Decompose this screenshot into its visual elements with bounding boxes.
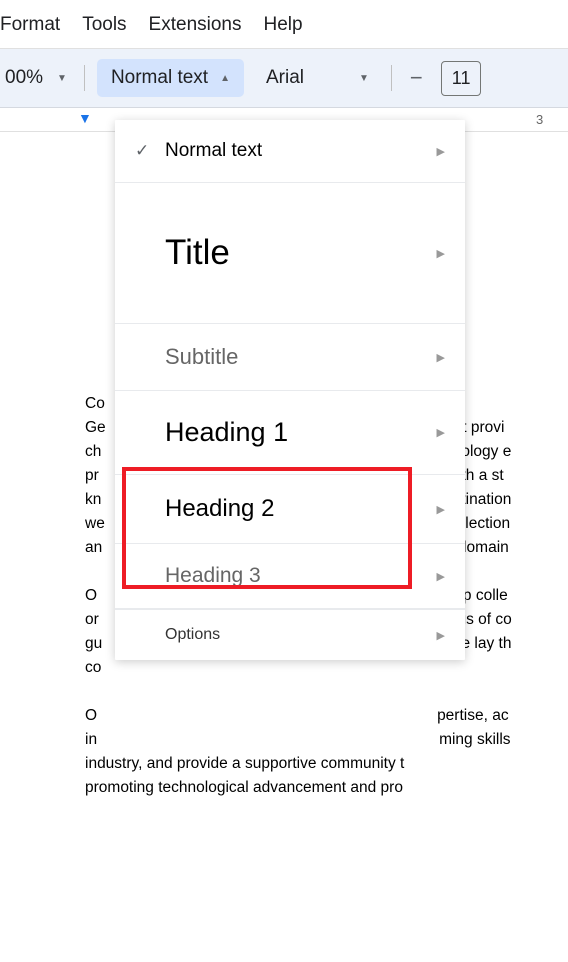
font-size-decrease-icon[interactable]: −: [404, 65, 429, 91]
chevron-right-icon: ▶: [437, 426, 445, 439]
style-option-title[interactable]: Title ▶: [115, 183, 465, 324]
style-option-subtitle[interactable]: Subtitle ▶: [115, 324, 465, 391]
chevron-right-icon: ▶: [437, 247, 445, 260]
chevron-up-icon: ▲: [220, 73, 230, 84]
style-option-heading3[interactable]: Heading 3 ▶: [115, 544, 465, 609]
style-option-label: Heading 2: [135, 475, 437, 543]
font-size-input[interactable]: 11: [441, 61, 482, 96]
chevron-right-icon: ▶: [437, 145, 445, 158]
indent-marker-icon[interactable]: ▼: [78, 110, 92, 126]
menu-format[interactable]: Format: [0, 14, 60, 36]
zoom-value: 00%: [5, 67, 43, 89]
checkmark-icon: ✓: [135, 141, 165, 161]
menu-bar: Format Tools Extensions Help: [0, 6, 568, 49]
zoom-selector[interactable]: 00% ▼: [0, 67, 72, 89]
style-value: Normal text: [111, 67, 208, 89]
style-options-menu[interactable]: Options ▶: [115, 609, 465, 660]
chevron-right-icon: ▶: [437, 570, 445, 583]
style-option-heading1[interactable]: Heading 1 ▶: [115, 391, 465, 475]
toolbar-separator: [84, 65, 85, 91]
style-option-heading2[interactable]: Heading 2 ▶: [115, 475, 465, 544]
menu-tools[interactable]: Tools: [82, 14, 126, 36]
chevron-down-icon: ▼: [57, 73, 67, 84]
style-option-label: Subtitle: [135, 324, 437, 390]
chevron-right-icon: ▶: [437, 503, 445, 516]
style-option-label: Title: [135, 213, 437, 293]
style-option-label: Normal text: [165, 120, 437, 182]
style-selector[interactable]: Normal text ▲: [97, 59, 244, 97]
menu-help[interactable]: Help: [264, 14, 303, 36]
paragraph: Opertise, ac inming skills industry, and…: [85, 704, 568, 800]
style-option-label: Heading 3: [135, 544, 437, 608]
chevron-right-icon: ▶: [437, 351, 445, 364]
font-value: Arial: [266, 67, 304, 89]
toolbar-separator: [391, 65, 392, 91]
style-option-label: Heading 1: [135, 391, 437, 474]
style-dropdown: ✓ Normal text ▶ Title ▶ Subtitle ▶ Headi…: [115, 120, 465, 660]
chevron-down-icon: ▼: [359, 73, 369, 84]
chevron-right-icon: ▶: [437, 629, 445, 642]
style-option-normal[interactable]: ✓ Normal text ▶: [115, 120, 465, 183]
font-selector[interactable]: Arial ▼: [256, 67, 379, 89]
ruler-number: 3: [536, 112, 543, 127]
menu-extensions[interactable]: Extensions: [149, 14, 242, 36]
options-label: Options: [135, 610, 437, 660]
toolbar: 00% ▼ Normal text ▲ Arial ▼ − 11: [0, 49, 568, 108]
